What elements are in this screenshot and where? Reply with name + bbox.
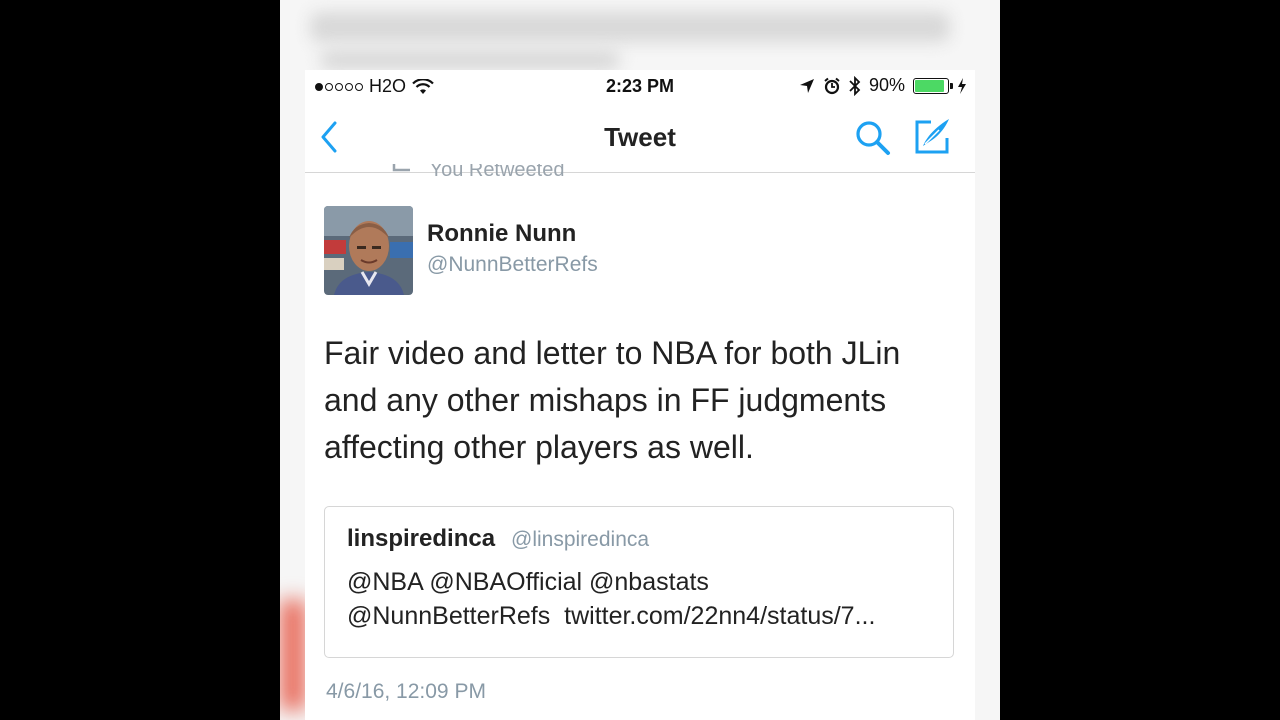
retweet-context: You Retweeted [390,164,564,180]
retweet-icon [392,164,410,172]
search-icon [856,121,890,155]
author-name[interactable]: Ronnie Nunn [427,220,576,248]
quoted-tweet-text: @NBA @NBAOfficial @nbastats @NunnBetterR… [347,565,947,633]
tweet-timestamp: 4/6/16, 12:09 PM [326,680,486,703]
author-handle[interactable]: @NunnBetterRefs [427,253,598,277]
quoted-author-handle: @linspiredinca [511,528,650,551]
letterbox-left [0,0,280,720]
bluetooth-icon [849,75,861,96]
search-button[interactable] [853,118,893,158]
location-arrow-icon [799,78,814,93]
compose-tweet-button[interactable] [913,116,953,156]
navigation-bar: Tweet [305,102,975,173]
quoted-tweet-card[interactable]: linspiredinca @linspiredinca @NBA @NBAOf… [324,506,954,658]
charging-bolt-icon [958,77,966,94]
quoted-tweet-text-line-2: @NunnBetterRefs twitter.com/22nn4/status… [347,602,876,630]
battery-percent: 90% [868,75,905,95]
profile-photo [324,206,413,295]
tweet-text: Fair video and letter to NBA for both JL… [324,335,901,465]
battery-icon [913,77,953,94]
alarm-clock-icon [824,77,840,94]
letterbox-right [1000,0,1280,720]
avatar[interactable] [324,206,413,295]
phone-screen: H2O 2:23 PM 90% Tweet You Retweeted Ronn… [305,70,975,720]
quoted-author-name: linspiredinca [347,525,496,552]
status-bar: H2O 2:23 PM 90% [305,70,975,102]
compose-icon [915,119,949,154]
retweet-context-label: You Retweeted [429,164,565,180]
status-right: 90% [799,75,967,96]
quoted-tweet-text-line-1: @NBA @NBAOfficial @nbastats [347,568,709,596]
